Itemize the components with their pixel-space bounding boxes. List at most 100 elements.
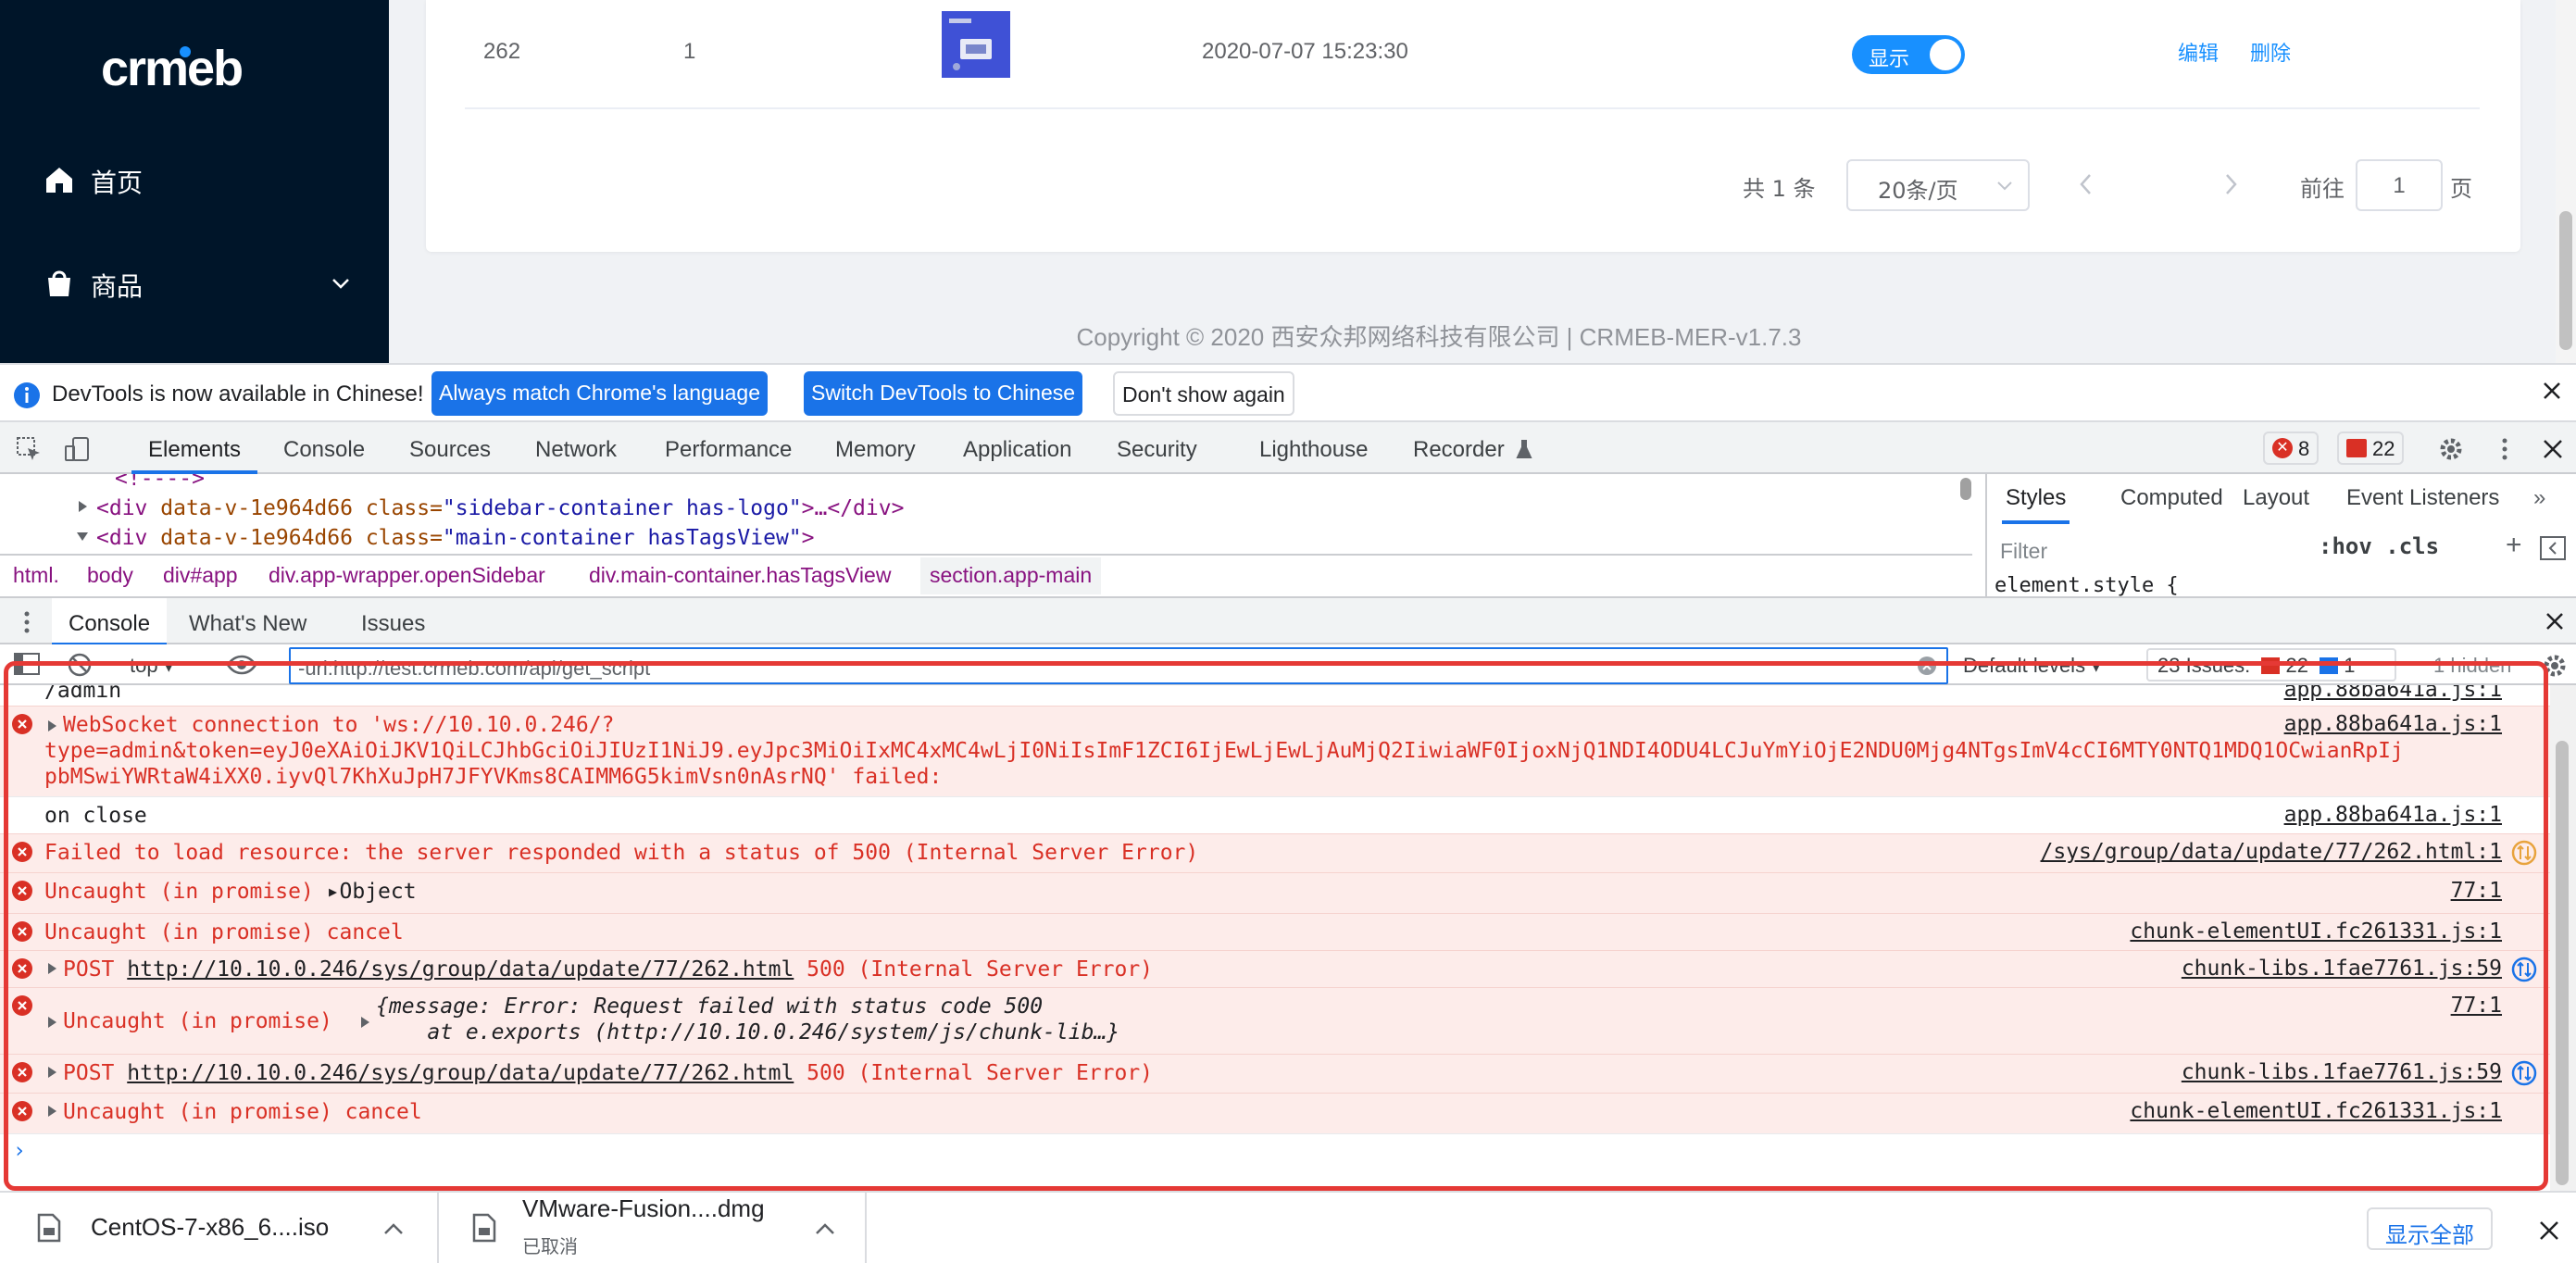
- dom-comment-line[interactable]: <!---->: [115, 474, 205, 491]
- tab-network[interactable]: Network: [535, 422, 617, 474]
- close-icon[interactable]: [2539, 435, 2567, 463]
- console-message[interactable]: Failed to load resource: the server resp…: [0, 833, 2550, 872]
- next-page-icon[interactable]: [2220, 172, 2241, 196]
- message-source-link[interactable]: chunk-libs.1fae7761.js:59: [2182, 957, 2502, 981]
- log-levels-select[interactable]: Default levels ▾: [1963, 654, 2101, 678]
- console-message[interactable]: POST http://10.10.0.246/sys/group/data/u…: [0, 950, 2550, 987]
- elements-scrollbar-thumb[interactable]: [1960, 478, 1971, 500]
- tab-lighthouse[interactable]: Lighthouse: [1259, 422, 1368, 474]
- hov-cls-toggles[interactable]: :hov .cls: [2319, 533, 2439, 559]
- status-switch[interactable]: 显示: [1852, 35, 1965, 74]
- chevron-up-icon[interactable]: [815, 1222, 835, 1235]
- more-vertical-icon[interactable]: [20, 609, 33, 635]
- drawer-tab-issues[interactable]: Issues: [361, 598, 425, 646]
- console-message[interactable]: POST http://10.10.0.246/sys/group/data/u…: [0, 1054, 2550, 1093]
- message-source-link[interactable]: app.88ba641a.js:1: [2284, 803, 2502, 827]
- drawer-tab-console[interactable]: Console: [52, 598, 168, 646]
- tab-application[interactable]: Application: [963, 422, 1071, 474]
- collapse-triangle-icon[interactable]: [76, 530, 89, 543]
- switch-to-chinese-button[interactable]: Switch DevTools to Chinese: [804, 371, 1083, 416]
- tab-styles[interactable]: Styles: [2002, 485, 2070, 524]
- tab-performance[interactable]: Performance: [665, 422, 792, 474]
- message-source-link[interactable]: 77:1: [2451, 879, 2502, 903]
- close-drawer-icon[interactable]: [2543, 609, 2567, 633]
- edit-link[interactable]: 编辑: [2178, 37, 2219, 67]
- device-toolbar-icon[interactable]: [63, 435, 91, 463]
- gear-icon[interactable]: [2541, 652, 2569, 680]
- page-size-select[interactable]: 20条/页: [1846, 159, 2030, 211]
- message-source-link[interactable]: chunk-elementUI.fc261331.js:1: [2130, 1099, 2502, 1123]
- delete-link[interactable]: 删除: [2250, 37, 2291, 67]
- expand-triangle-icon[interactable]: [76, 500, 89, 513]
- clear-console-icon[interactable]: [67, 652, 93, 678]
- chevron-up-icon[interactable]: [383, 1222, 404, 1235]
- toggle-sidebar-icon[interactable]: [2539, 535, 2567, 561]
- error-object-line1[interactable]: {message: Error: Request failed with sta…: [376, 994, 1043, 1019]
- crumb-app-wrapper[interactable]: div.app-wrapper.openSidebar: [269, 563, 545, 588]
- crumb-section-app-main[interactable]: section.app-main: [920, 557, 1102, 594]
- console-message[interactable]: Uncaught (in promise) ▸Object 77:1: [0, 872, 2550, 913]
- network-request-icon[interactable]: [2511, 957, 2537, 982]
- download-item[interactable]: VMware-Fusion....dmg 已取消: [439, 1193, 867, 1263]
- console-filter-input[interactable]: -url:http://test.crmeb.com/api/get_scrip…: [289, 647, 1948, 684]
- prev-page-icon[interactable]: [2076, 172, 2096, 196]
- show-all-downloads-button[interactable]: 显示全部: [2367, 1207, 2493, 1250]
- expand-triangle-icon[interactable]: [46, 1105, 57, 1118]
- tab-event-listeners[interactable]: Event Listeners: [2346, 485, 2499, 511]
- crumb-body[interactable]: body: [87, 563, 133, 588]
- eye-icon[interactable]: [226, 654, 257, 676]
- console-message[interactable]: Uncaught (in promise) {message: Error: R…: [0, 987, 2550, 1054]
- tab-sources[interactable]: Sources: [409, 422, 491, 474]
- tab-recorder[interactable]: Recorder: [1413, 422, 1505, 474]
- message-source-link[interactable]: 77:1: [2451, 994, 2502, 1018]
- request-url-link[interactable]: http://10.10.0.246/sys/group/data/update…: [127, 957, 794, 982]
- always-match-language-button[interactable]: Always match Chrome's language: [431, 371, 768, 416]
- crumb-html[interactable]: html.: [13, 563, 59, 588]
- crumb-main-container[interactable]: div.main-container.hasTagsView: [589, 563, 891, 588]
- tab-elements[interactable]: Elements: [131, 422, 258, 474]
- console-message[interactable]: WebSocket connection to 'ws://10.10.0.24…: [0, 706, 2550, 796]
- console-scrollbar[interactable]: [2550, 685, 2576, 1196]
- request-url-link[interactable]: http://10.10.0.246/sys/group/data/update…: [127, 1061, 794, 1085]
- message-source-link[interactable]: chunk-libs.1fae7761.js:59: [2182, 1060, 2502, 1084]
- close-icon[interactable]: [2537, 1219, 2561, 1243]
- expand-triangle-icon[interactable]: [46, 719, 57, 732]
- sidebar-item-home[interactable]: 首页: [0, 143, 389, 217]
- gear-icon[interactable]: [2437, 435, 2465, 463]
- issues-count-button[interactable]: 23 Issues: 22 1: [2146, 648, 2396, 682]
- sidebar-item-goods[interactable]: 商品: [0, 246, 389, 320]
- message-source-link[interactable]: /sys/group/data/update/77/262.html:1: [2041, 840, 2503, 864]
- dom-line-main[interactable]: <div data-v-1e964d66 class="main-contain…: [77, 526, 815, 550]
- object-preview[interactable]: Object: [340, 880, 417, 904]
- more-vertical-icon[interactable]: [2491, 435, 2519, 463]
- network-request-icon[interactable]: [2511, 1060, 2537, 1086]
- dom-line-sidebar[interactable]: <div data-v-1e964d66 class="sidebar-cont…: [79, 496, 904, 520]
- tab-computed[interactable]: Computed: [2120, 485, 2223, 511]
- object-expand-triangle-icon[interactable]: [359, 1016, 370, 1029]
- styles-filter-input[interactable]: Filter: [2000, 531, 2315, 569]
- error-count-badge[interactable]: ✕ 8: [2263, 431, 2320, 465]
- object-expander[interactable]: ▸: [327, 880, 340, 904]
- new-style-rule-icon[interactable]: +: [2506, 530, 2522, 561]
- console-message[interactable]: /admin app.88ba641a.js:1: [0, 685, 2550, 706]
- clear-filter-icon[interactable]: [1917, 656, 1937, 676]
- dont-show-again-button[interactable]: Don't show again: [1113, 371, 1294, 416]
- message-source-link[interactable]: app.88ba641a.js:1: [2284, 685, 2502, 702]
- sidebar-toggle-icon[interactable]: [13, 652, 41, 676]
- console-message[interactable]: Uncaught (in promise) cancel chunk-eleme…: [0, 1093, 2550, 1133]
- tab-layout[interactable]: Layout: [2243, 485, 2309, 511]
- download-item[interactable]: CentOS-7-x86_6....iso: [0, 1193, 439, 1263]
- inspect-element-icon[interactable]: [15, 435, 43, 463]
- tab-security[interactable]: Security: [1117, 422, 1197, 474]
- close-icon[interactable]: [2539, 378, 2565, 404]
- expand-triangle-icon[interactable]: [46, 1016, 57, 1029]
- tab-memory[interactable]: Memory: [835, 422, 916, 474]
- crumb-div-app[interactable]: div#app: [163, 563, 238, 588]
- context-select[interactable]: top ▾: [130, 654, 174, 678]
- console-scrollbar-thumb[interactable]: [2556, 741, 2569, 1185]
- console-prompt-input[interactable]: ›: [0, 1133, 2550, 1196]
- expand-triangle-icon[interactable]: [46, 962, 57, 975]
- network-request-icon[interactable]: [2511, 840, 2537, 866]
- tab-console[interactable]: Console: [283, 422, 365, 474]
- page-scrollbar-thumb[interactable]: [2559, 211, 2572, 350]
